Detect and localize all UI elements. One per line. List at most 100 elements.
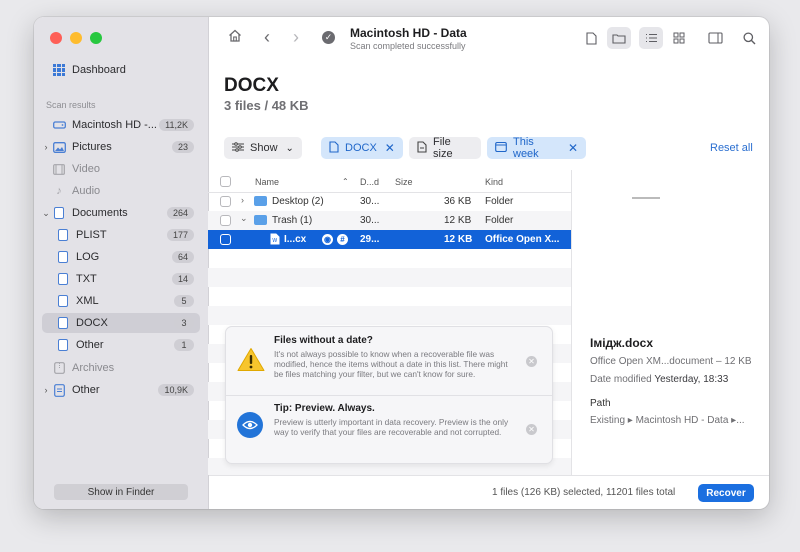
zoom-window-button[interactable] xyxy=(90,32,102,44)
filter-chip-docx[interactable]: DOCX ✕ xyxy=(321,137,403,159)
file-view-button[interactable] xyxy=(579,27,603,49)
select-all-checkbox[interactable] xyxy=(220,176,231,187)
close-window-button[interactable] xyxy=(50,32,62,44)
reset-all-link[interactable]: Reset all xyxy=(710,142,753,154)
sidebar-item-label: DOCX xyxy=(76,317,108,329)
sidebar-item-other-docs[interactable]: Other 1 xyxy=(42,335,200,355)
column-header-date[interactable]: D...d xyxy=(360,177,379,187)
calendar-icon xyxy=(495,141,507,155)
chevron-down-icon[interactable]: ⌄ xyxy=(40,208,52,219)
eye-icon[interactable]: ◉ xyxy=(322,234,333,245)
filter-chip-this-week[interactable]: This week ✕ xyxy=(487,136,586,160)
folder-icon xyxy=(254,196,267,206)
film-icon xyxy=(52,162,66,176)
filter-chip-file-size[interactable]: File size xyxy=(409,136,481,160)
sidebar-item-label: Video xyxy=(72,163,100,175)
sidebar-item-other[interactable]: › Other 10,9K xyxy=(42,380,200,400)
sidebar-item-label: TXT xyxy=(76,273,97,285)
document-icon xyxy=(417,140,427,156)
sidebar-item-audio[interactable]: ♪ Audio xyxy=(42,181,200,201)
sidebar-item-pictures[interactable]: › Pictures 23 xyxy=(42,137,200,157)
checkmark-icon: ✓ xyxy=(322,31,335,44)
row-kind: Folder xyxy=(485,215,514,226)
close-icon[interactable]: ✕ xyxy=(568,141,578,155)
preview-date-label: Date modified xyxy=(590,374,652,385)
count-badge: 1 xyxy=(174,339,194,351)
image-icon xyxy=(52,140,66,154)
tip-body: Preview is utterly important in data rec… xyxy=(274,417,509,437)
preview-path-label: Path xyxy=(590,398,611,409)
filter-chip-label: File size xyxy=(433,136,453,160)
sidebar-item-macintosh-hd[interactable]: Macintosh HD -... 11,2K xyxy=(42,115,200,135)
row-checkbox[interactable] xyxy=(220,234,231,245)
document-icon xyxy=(52,206,66,220)
show-filter-dropdown[interactable]: Show ⌄ xyxy=(224,137,302,159)
show-in-finder-button[interactable]: Show in Finder xyxy=(54,484,188,500)
table-row[interactable]: ⌄ Trash (1) 30... 12 KB Folder xyxy=(208,211,571,230)
sidebar-item-label: Macintosh HD -... xyxy=(72,119,157,131)
preview-panel-toggle-button[interactable] xyxy=(703,27,727,49)
row-checkbox[interactable] xyxy=(220,196,231,207)
home-icon[interactable] xyxy=(228,29,242,46)
sidebar-item-plist[interactable]: PLIST 177 xyxy=(42,225,200,245)
sliders-icon xyxy=(232,141,244,155)
column-header-kind[interactable]: Kind xyxy=(485,177,503,187)
close-icon[interactable]: ✕ xyxy=(526,424,537,435)
selection-status: 1 files (126 KB) selected, 11201 files t… xyxy=(492,487,676,498)
filter-chip-label: DOCX xyxy=(345,142,377,154)
table-row[interactable]: › Desktop (2) 30... 36 KB Folder xyxy=(208,192,571,211)
count-badge: 14 xyxy=(171,273,194,285)
recover-button[interactable]: Recover xyxy=(698,484,754,502)
chevron-down-icon[interactable]: ⌄ xyxy=(240,213,248,224)
sidebar-item-label: Pictures xyxy=(72,141,112,153)
row-kind: Folder xyxy=(485,196,514,207)
status-bar: 1 files (126 KB) selected, 11201 files t… xyxy=(209,475,769,509)
forward-arrow-icon[interactable]: › xyxy=(293,27,299,48)
warning-icon xyxy=(237,347,265,377)
preview-path-value: Existing ▸ Macintosh HD - Data ▸... xyxy=(590,415,745,426)
empty-row xyxy=(208,268,571,287)
sidebar-item-label: LOG xyxy=(76,251,100,263)
sidebar-item-archives[interactable]: Archives xyxy=(42,358,200,378)
chevron-right-icon[interactable]: › xyxy=(40,385,52,395)
sidebar-item-txt[interactable]: TXT 14 xyxy=(42,269,200,289)
table-row[interactable]: W I...cx ◉ # 29... 12 KB Office Open X..… xyxy=(208,230,571,249)
preview-panel: Імідж.docx Office Open XM...document – 1… xyxy=(571,170,769,475)
row-checkbox[interactable] xyxy=(220,215,231,226)
grid-icon xyxy=(673,32,685,44)
back-arrow-icon[interactable]: ‹ xyxy=(264,27,270,48)
search-button[interactable] xyxy=(737,27,761,49)
preview-date-value: Yesterday, 18:33 xyxy=(654,374,729,385)
file-icon xyxy=(52,383,66,397)
count-badge: 177 xyxy=(166,229,194,241)
folder-view-button[interactable] xyxy=(607,27,631,49)
sidebar-item-xml[interactable]: XML 5 xyxy=(42,291,200,311)
sidebar-item-log[interactable]: LOG 64 xyxy=(42,247,200,267)
tip-preview: Tip: Preview. Always. Preview is utterly… xyxy=(226,395,552,463)
window-controls xyxy=(50,32,102,44)
close-icon[interactable]: ✕ xyxy=(385,141,395,155)
column-header-name[interactable]: Name xyxy=(255,177,279,187)
hash-icon[interactable]: # xyxy=(337,234,348,245)
chevron-right-icon[interactable]: › xyxy=(241,195,244,205)
preview-thumbnail xyxy=(632,197,660,199)
row-size: 12 KB xyxy=(444,215,472,226)
sidebar-item-docx[interactable]: DOCX 3 xyxy=(42,313,200,333)
minimize-window-button[interactable] xyxy=(70,32,82,44)
sidebar-item-video[interactable]: Video xyxy=(42,159,200,179)
column-header-size[interactable]: Size xyxy=(395,177,413,187)
row-name: Desktop (2) xyxy=(272,196,324,207)
sidebar-item-label: Other xyxy=(76,339,104,351)
drive-icon xyxy=(52,118,66,132)
sort-up-icon[interactable]: ⌃ xyxy=(342,177,349,186)
close-icon[interactable]: ✕ xyxy=(526,356,537,367)
sidebar-item-dashboard[interactable]: Dashboard xyxy=(42,60,200,80)
chevron-right-icon[interactable]: › xyxy=(40,142,52,152)
preview-type: Office Open XM...document – 12 KB xyxy=(590,356,752,367)
sidebar-item-documents[interactable]: ⌄ Documents 264 xyxy=(42,203,200,223)
grid-view-button[interactable] xyxy=(667,27,691,49)
count-badge: 64 xyxy=(171,251,194,263)
sidebar: Dashboard Scan results Macintosh HD -...… xyxy=(34,17,209,509)
filter-chip-label: This week xyxy=(513,136,539,160)
list-view-button[interactable] xyxy=(639,27,663,49)
